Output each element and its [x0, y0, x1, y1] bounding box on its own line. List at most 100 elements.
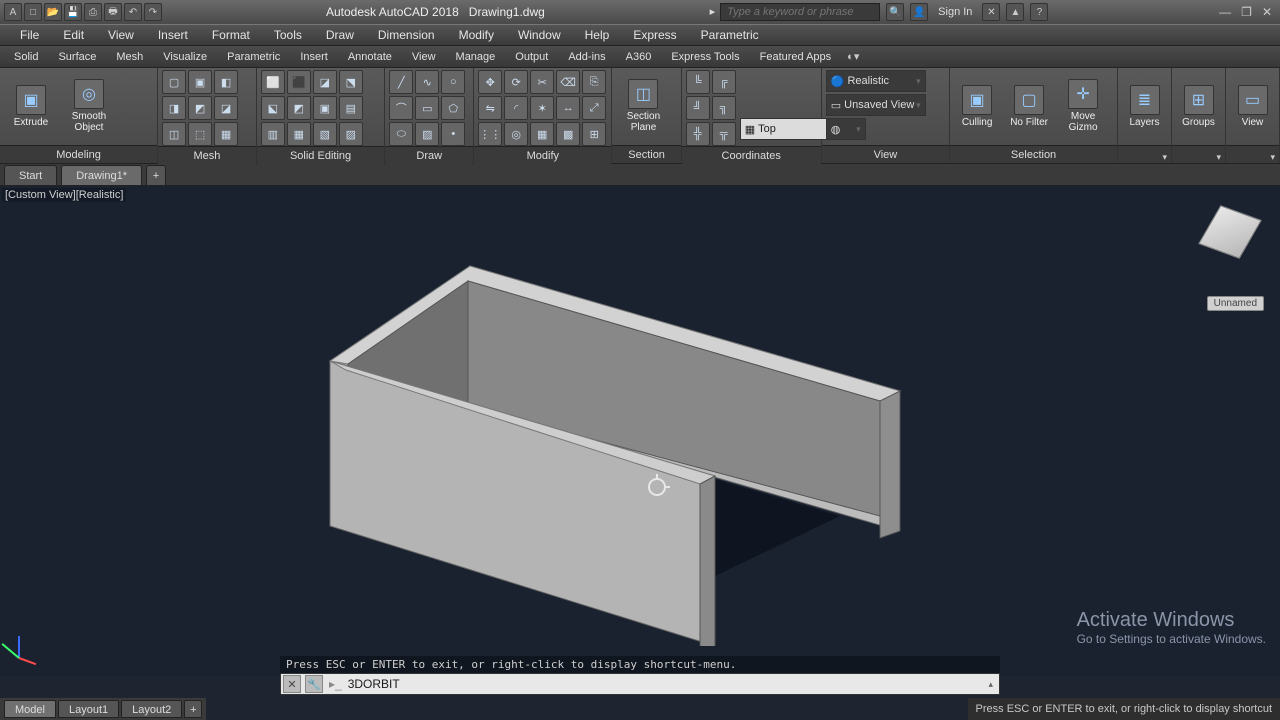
tab-drawing1[interactable]: Drawing1* — [61, 165, 142, 185]
user-icon[interactable]: 👤 — [910, 3, 928, 21]
new-icon[interactable]: □ — [24, 3, 42, 21]
modify-tool-icon[interactable]: ▦ — [530, 122, 554, 146]
mesh-tool-icon[interactable]: ◫ — [162, 122, 186, 146]
ribbon-tab-solid[interactable]: Solid — [4, 46, 48, 68]
minimize-button[interactable]: — — [1219, 5, 1231, 19]
tab-new-button[interactable]: + — [146, 165, 166, 185]
arc-icon[interactable]: ⌒ — [389, 96, 413, 120]
ribbon-tab-output[interactable]: Output — [505, 46, 558, 68]
menu-file[interactable]: File — [8, 28, 51, 42]
nofilter-button[interactable]: ▢No Filter — [1004, 70, 1054, 142]
explode-icon[interactable]: ✶ — [530, 96, 554, 120]
solidedit-tool-icon[interactable]: ▣ — [313, 96, 337, 120]
solidedit-tool-icon[interactable]: ▧ — [313, 122, 337, 146]
solidedit-tool-icon[interactable]: ⬕ — [261, 96, 285, 120]
command-line[interactable]: ✕ 🔧 ▸_ 3DORBIT ▴ — [280, 673, 1000, 695]
cmd-history-dropdown-icon[interactable]: ▴ — [988, 679, 999, 690]
panel-label-layers[interactable]: ▾ — [1118, 145, 1171, 163]
layout-tab-add[interactable]: + — [184, 700, 202, 718]
move-icon[interactable]: ✥ — [478, 70, 502, 94]
section-plane-button[interactable]: ◫ Section Plane — [616, 70, 670, 142]
panel-label-draw[interactable]: Draw — [385, 146, 473, 164]
ucs-tool-icon[interactable]: ╗ — [712, 96, 736, 120]
panel-label-coords[interactable]: Coordinates — [682, 146, 821, 164]
rotate-icon[interactable]: ⟳ — [504, 70, 528, 94]
solidedit-tool-icon[interactable]: ▦ — [287, 122, 311, 146]
infocenter-search[interactable]: ▸ — [710, 3, 881, 21]
ucs-tool-icon[interactable]: ╚ — [686, 70, 710, 94]
extrude-button[interactable]: ▣ Extrude — [4, 70, 58, 142]
mesh-tool-icon[interactable]: ⬚ — [188, 122, 212, 146]
search-icon[interactable]: 🔍 — [886, 3, 904, 21]
solidedit-tool-icon[interactable]: ▨ — [339, 122, 363, 146]
menu-modify[interactable]: Modify — [447, 28, 506, 42]
signin-link[interactable]: Sign In — [934, 6, 976, 18]
menu-help[interactable]: Help — [573, 28, 622, 42]
solidedit-tool-icon[interactable]: ⬔ — [339, 70, 363, 94]
saveas-icon[interactable]: ⎙ — [84, 3, 102, 21]
ribbon-tab-parametric[interactable]: Parametric — [217, 46, 290, 68]
ucs-tool-icon[interactable]: ╔ — [712, 70, 736, 94]
menu-tools[interactable]: Tools — [262, 28, 314, 42]
panel-label-section[interactable]: Section — [612, 145, 680, 163]
menu-parametric[interactable]: Parametric — [689, 28, 771, 42]
search-input[interactable] — [720, 3, 880, 21]
mesh-tool-icon[interactable]: ◩ — [188, 96, 212, 120]
ucs-tool-icon[interactable]: ╝ — [686, 96, 710, 120]
culling-button[interactable]: ▣Culling — [954, 70, 1000, 142]
ribbon-tab-express[interactable]: Express Tools — [661, 46, 749, 68]
menu-edit[interactable]: Edit — [51, 28, 96, 42]
menu-window[interactable]: Window — [506, 28, 573, 42]
scale-icon[interactable]: ⤢ — [582, 96, 606, 120]
solidedit-tool-icon[interactable]: ⬛ — [287, 70, 311, 94]
point-icon[interactable]: • — [441, 122, 465, 146]
viewcube[interactable]: Unnamed — [1200, 206, 1260, 266]
visual-style-combo[interactable]: 🔵 Realistic▾ — [826, 70, 926, 92]
panel-label-modify[interactable]: Modify — [474, 146, 611, 164]
menu-view[interactable]: View — [96, 28, 146, 42]
redo-icon[interactable]: ↷ — [144, 3, 162, 21]
circle-icon[interactable]: ○ — [441, 70, 465, 94]
menu-dimension[interactable]: Dimension — [366, 28, 447, 42]
solidedit-tool-icon[interactable]: ◪ — [313, 70, 337, 94]
menu-draw[interactable]: Draw — [314, 28, 366, 42]
viewcube-cube[interactable] — [1198, 205, 1262, 259]
close-button[interactable]: ✕ — [1262, 5, 1272, 19]
layout-tab-layout1[interactable]: Layout1 — [58, 700, 119, 718]
menu-express[interactable]: Express — [621, 28, 688, 42]
stayconnected-icon[interactable]: ▲ — [1006, 3, 1024, 21]
save-icon[interactable]: 💾 — [64, 3, 82, 21]
search-toggle-icon[interactable]: ▸ — [710, 6, 716, 18]
cmd-close-icon[interactable]: ✕ — [283, 675, 301, 693]
ribbon-tab-insert[interactable]: Insert — [290, 46, 338, 68]
fillet-icon[interactable]: ◜ — [504, 96, 528, 120]
erase-icon[interactable]: ⌫ — [556, 70, 580, 94]
tab-start[interactable]: Start — [4, 165, 57, 185]
view-tool-combo[interactable]: ◍▾ — [826, 118, 866, 140]
mesh-tool-icon[interactable]: ▦ — [214, 122, 238, 146]
ellipse-icon[interactable]: ⬭ — [389, 122, 413, 146]
panel-label-solidedit[interactable]: Solid Editing — [257, 146, 384, 164]
gizmo-button[interactable]: ✛Move Gizmo — [1058, 70, 1108, 142]
groups-button[interactable]: ⊞Groups — [1176, 70, 1221, 142]
ribbon-tab-annotate[interactable]: Annotate — [338, 46, 402, 68]
mesh-tool-icon[interactable]: ◨ — [162, 96, 186, 120]
app-menu-icon[interactable]: A — [4, 3, 22, 21]
ribbon-tab-addins[interactable]: Add-ins — [558, 46, 615, 68]
ribbon-tab-visualize[interactable]: Visualize — [153, 46, 217, 68]
plot-icon[interactable]: 🖶 — [104, 3, 122, 21]
layout-tab-layout2[interactable]: Layout2 — [121, 700, 182, 718]
solidedit-tool-icon[interactable]: ▥ — [261, 122, 285, 146]
mesh-tool-icon[interactable]: ◧ — [214, 70, 238, 94]
ribbon-tab-a360[interactable]: A360 — [616, 46, 662, 68]
hatch-icon[interactable]: ▨ — [415, 122, 439, 146]
line-icon[interactable]: ╱ — [389, 70, 413, 94]
view-button[interactable]: ▭View — [1230, 70, 1275, 142]
saved-view-combo[interactable]: ▭ Unsaved View▾ — [826, 94, 926, 116]
smooth-object-button[interactable]: ◎ Smooth Object — [62, 70, 116, 142]
mesh-tool-icon[interactable]: ◪ — [214, 96, 238, 120]
exchange-icon[interactable]: ✕ — [982, 3, 1000, 21]
ucs-named-combo[interactable]: ▦ Top▾ — [740, 118, 840, 140]
ribbon-tab-view[interactable]: View — [402, 46, 446, 68]
ucs-tool-icon[interactable]: ╦ — [712, 122, 736, 146]
